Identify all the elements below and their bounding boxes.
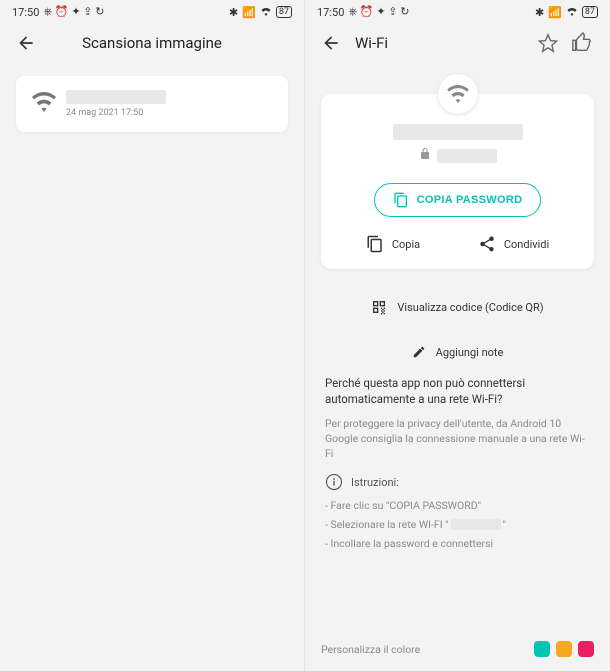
ssid-redacted (451, 519, 501, 530)
footer: Personalizza il colore (305, 635, 610, 663)
color-swatch-pink[interactable] (578, 641, 594, 657)
copy-password-button[interactable]: COPIA PASSWORD (374, 183, 542, 217)
wifi-icon (438, 74, 478, 114)
instruction-step-1: - Fare clic su "COPIA PASSWORD" (325, 499, 590, 512)
page-title: Scansiona immagine (38, 34, 266, 52)
thumbs-up-button[interactable] (568, 29, 596, 57)
status-icons-left: ⎈ ⏰ ✦ ⇪ ↻ (348, 5, 409, 19)
battery-icon: 87 (276, 6, 292, 18)
back-button[interactable] (14, 31, 38, 55)
copy-label: Copia (392, 238, 420, 251)
status-icons-left: ⎈ ⏰ ✦ ⇪ ↻ (43, 5, 104, 19)
signal-icon: 📶 (242, 6, 256, 19)
add-notes-button[interactable]: Aggiungi note (321, 339, 594, 365)
item-timestamp: 24 mag 2021 17:50 (66, 108, 272, 118)
instruction-step-3: - Incollare la password e connettersi (325, 537, 590, 550)
copy-password-label: COPIA PASSWORD (417, 194, 523, 206)
signal-icon: 📶 (548, 6, 562, 19)
copy-button[interactable]: Copia (366, 235, 420, 253)
info-question: Perché questa app non può connettersi au… (325, 375, 590, 407)
appbar: Scansiona immagine (0, 24, 304, 72)
scan-result-item[interactable]: 24 mag 2021 17:50 (16, 76, 288, 132)
instructions-label: Istruzioni: (351, 476, 399, 489)
view-qr-label: Visualizza codice (Codice QR) (397, 301, 543, 314)
footer-label: Personalizza il colore (321, 643, 534, 656)
wifi-icon (566, 6, 578, 19)
back-button[interactable] (319, 31, 343, 55)
view-qr-button[interactable]: Visualizza codice (Codice QR) (321, 293, 594, 321)
status-bar: 17:50 ⎈ ⏰ ✦ ⇪ ↻ ✱ 📶 87 (305, 0, 610, 24)
favorite-button[interactable] (534, 29, 562, 57)
status-bar: 17:50 ⎈ ⏰ ✦ ⇪ ↻ ✱ 📶 87 (0, 0, 304, 24)
screen-scan-image: 17:50 ⎈ ⏰ ✦ ⇪ ↻ ✱ 📶 87 Scansiona immagin… (0, 0, 305, 671)
color-swatch-teal[interactable] (534, 641, 550, 657)
ssid-redacted (66, 90, 166, 104)
appbar: Wi-Fi (305, 24, 610, 72)
bluetooth-icon: ✱ (535, 6, 544, 19)
lock-icon (419, 146, 431, 165)
wifi-detail-card: COPIA PASSWORD Copia Condividi (321, 94, 594, 269)
battery-icon: 87 (582, 6, 598, 18)
instruction-step-2: - Selezionare la rete WI-FI " " (325, 518, 590, 531)
status-time: 17:50 (317, 6, 344, 19)
bluetooth-icon: ✱ (229, 6, 238, 19)
wifi-icon (260, 6, 272, 19)
share-button[interactable]: Condividi (478, 235, 549, 253)
page-title: Wi-Fi (355, 34, 388, 52)
wifi-icon (32, 92, 56, 116)
password-redacted (437, 149, 497, 163)
share-label: Condividi (504, 238, 549, 251)
screen-wifi-detail: 17:50 ⎈ ⏰ ✦ ⇪ ↻ ✱ 📶 87 Wi-Fi (305, 0, 610, 671)
info-answer: Per proteggere la privacy dell'utente, d… (325, 417, 590, 461)
color-swatch-orange[interactable] (556, 641, 572, 657)
info-block: Perché questa app non può connettersi au… (305, 365, 610, 566)
info-icon (325, 473, 343, 491)
ssid-redacted (393, 124, 523, 140)
add-notes-label: Aggiungi note (436, 346, 504, 359)
status-time: 17:50 (12, 6, 39, 19)
